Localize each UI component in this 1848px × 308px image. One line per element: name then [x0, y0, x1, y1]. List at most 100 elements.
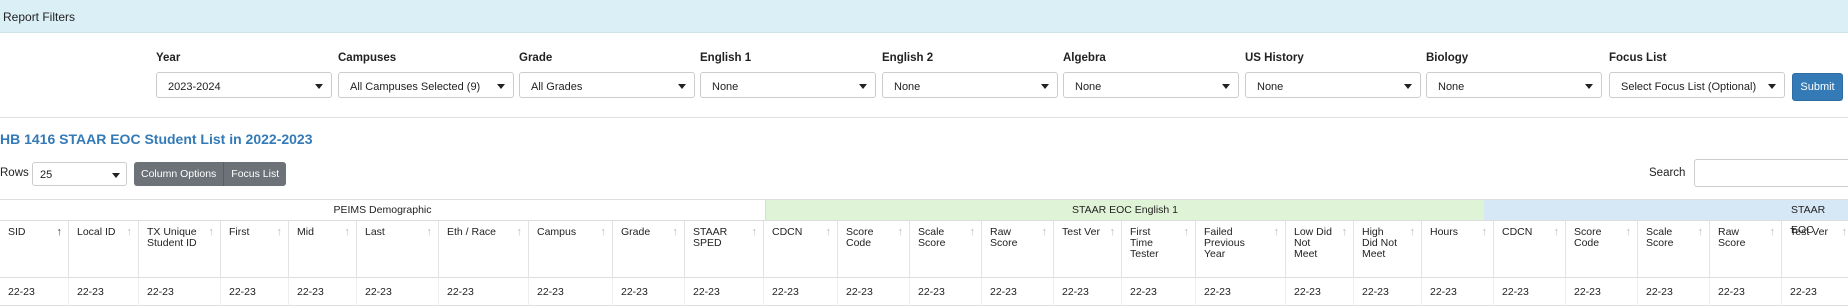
select-value: 2023-2024 — [168, 81, 221, 93]
sort-arrow-icon: ↑ — [426, 226, 433, 238]
column-header[interactable]: Score Code ↑ — [1566, 221, 1638, 278]
column-options-button[interactable]: Column Options — [134, 162, 225, 186]
table-button-group: Column Options Focus List — [134, 162, 287, 186]
column-header[interactable]: High Did Not Meet ↑ — [1354, 221, 1422, 278]
sort-arrow-icon: ↑ — [751, 226, 758, 238]
algebra-select[interactable]: None — [1063, 72, 1239, 98]
select-value: None — [1438, 81, 1465, 93]
column-header[interactable]: Grade ↑ — [613, 221, 685, 278]
table-cell: 22-23 — [982, 278, 1054, 306]
column-header[interactable]: STAAR SPED ↑ — [685, 221, 764, 278]
group-header-peims: PEIMS Demographic — [0, 199, 765, 221]
sort-arrow-icon: ↑ — [344, 226, 351, 238]
report-filters-title: Report Filters — [3, 10, 76, 24]
filter-focus-list: Focus List Select Focus List (Optional) — [1609, 52, 1785, 98]
column-header[interactable]: Campus ↑ — [529, 221, 613, 278]
column-header[interactable]: Mid ↑ — [289, 221, 357, 278]
caret-down-icon — [1222, 84, 1230, 89]
column-header-label: CDCN — [1502, 226, 1533, 238]
column-header-label: Local ID — [77, 226, 116, 238]
column-header-label: Scale Score — [1646, 226, 1674, 249]
column-header-label: Last — [365, 226, 385, 238]
sort-arrow-icon: ↑ — [126, 226, 133, 238]
column-header[interactable]: SID ↑ — [0, 221, 69, 278]
select-value: None — [894, 81, 921, 93]
campuses-select[interactable]: All Campuses Selected (9) — [338, 72, 514, 98]
group-header-staar-eoc: STAAR EOC — [1484, 199, 1848, 236]
column-header[interactable]: CDCN ↑ — [764, 221, 838, 278]
filter-english-2: English 2 None — [882, 52, 1058, 98]
caret-down-icon — [859, 84, 867, 89]
sort-arrow-icon: ↑ — [516, 226, 523, 238]
grade-select[interactable]: All Grades — [519, 72, 695, 98]
table-cell: 22-23 — [1054, 278, 1122, 306]
column-header[interactable]: Score Code ↑ — [838, 221, 910, 278]
us-history-select[interactable]: None — [1245, 72, 1421, 98]
search-input[interactable] — [1694, 159, 1848, 187]
column-header[interactable]: First Time Tester ↑ — [1122, 221, 1196, 278]
column-header[interactable]: Test Ver ↑ — [1054, 221, 1122, 278]
filter-label: Focus List — [1609, 52, 1667, 64]
table-cell: 22-23 — [139, 278, 221, 306]
submit-button[interactable]: Submit — [1792, 73, 1843, 101]
select-value: None — [1075, 81, 1102, 93]
table-cell: 22-23 — [1710, 278, 1782, 306]
english-1-select[interactable]: None — [700, 72, 876, 98]
year-select[interactable]: 2023-2024 — [156, 72, 332, 98]
column-header-label: SID — [8, 226, 26, 238]
column-header-label: CDCN — [772, 226, 803, 238]
column-header[interactable]: TX Unique Student ID ↑ — [139, 221, 221, 278]
english-2-select[interactable]: None — [882, 72, 1058, 98]
column-header-label: First — [229, 226, 250, 238]
column-header[interactable]: Raw Score ↑ — [1710, 221, 1782, 278]
sort-arrow-icon: ↑ — [1625, 226, 1632, 238]
column-header[interactable]: Last ↑ — [357, 221, 439, 278]
column-header-label: Scale Score — [918, 226, 946, 249]
column-header[interactable]: CDCN ↑ — [1494, 221, 1566, 278]
caret-down-icon — [1768, 84, 1776, 89]
column-header[interactable]: Hours ↑ — [1422, 221, 1494, 278]
table-cell: 22-23 — [0, 278, 69, 306]
list-title: HB 1416 STAAR EOC Student List in 2022-2… — [0, 131, 313, 147]
column-header[interactable]: First ↑ — [221, 221, 289, 278]
table-cell: 22-23 — [910, 278, 982, 306]
rows-label: Rows — [0, 167, 29, 179]
sort-arrow-icon: ↑ — [1841, 226, 1848, 238]
column-header-label: TX Unique Student ID — [147, 226, 197, 249]
report-filters-header[interactable]: Report Filters — [0, 0, 1848, 33]
column-header[interactable]: Local ID ↑ — [69, 221, 139, 278]
table-cell: 22-23 — [685, 278, 764, 306]
column-header[interactable]: Scale Score ↑ — [1638, 221, 1710, 278]
focus-list-button[interactable]: Focus List — [224, 162, 287, 186]
caret-down-icon — [497, 84, 505, 89]
column-header[interactable]: Scale Score ↑ — [910, 221, 982, 278]
caret-down-icon — [678, 84, 686, 89]
sort-arrow-icon: ↑ — [1481, 226, 1488, 238]
focus-list-select[interactable]: Select Focus List (Optional) — [1609, 72, 1785, 98]
filter-label: Grade — [519, 52, 553, 64]
column-header[interactable]: Eth / Race ↑ — [439, 221, 529, 278]
column-header-label: Hours — [1430, 226, 1459, 238]
sort-arrow-icon: ↑ — [1553, 226, 1560, 238]
sort-arrow-icon: ↑ — [1769, 226, 1776, 238]
biology-select[interactable]: None — [1426, 72, 1602, 98]
column-header[interactable]: Low Did Not Meet ↑ — [1286, 221, 1354, 278]
column-header-label: Mid — [297, 226, 314, 238]
filter-label: Year — [156, 52, 181, 64]
filter-label: US History — [1245, 52, 1304, 64]
group-header-english-1: STAAR EOC English 1 — [765, 199, 1484, 221]
table-cell: 22-23 — [1782, 278, 1848, 306]
select-value: None — [712, 81, 739, 93]
rows-per-page-select[interactable]: 25 — [32, 162, 127, 186]
column-header[interactable]: Raw Score ↑ — [982, 221, 1054, 278]
column-header[interactable]: Test Ver ↑ — [1782, 221, 1848, 278]
filter-campuses: Campuses All Campuses Selected (9) — [338, 52, 514, 98]
search-label: Search — [1649, 167, 1686, 179]
column-header-label: Raw Score — [1718, 226, 1746, 249]
column-header[interactable]: Failed Previous Year ↑ — [1196, 221, 1286, 278]
filter-biology: Biology None — [1426, 52, 1602, 98]
caret-down-icon — [315, 84, 323, 89]
filter-label: English 1 — [700, 52, 752, 64]
sort-arrow-icon: ↑ — [1341, 226, 1348, 238]
table-cell: 22-23 — [529, 278, 613, 306]
